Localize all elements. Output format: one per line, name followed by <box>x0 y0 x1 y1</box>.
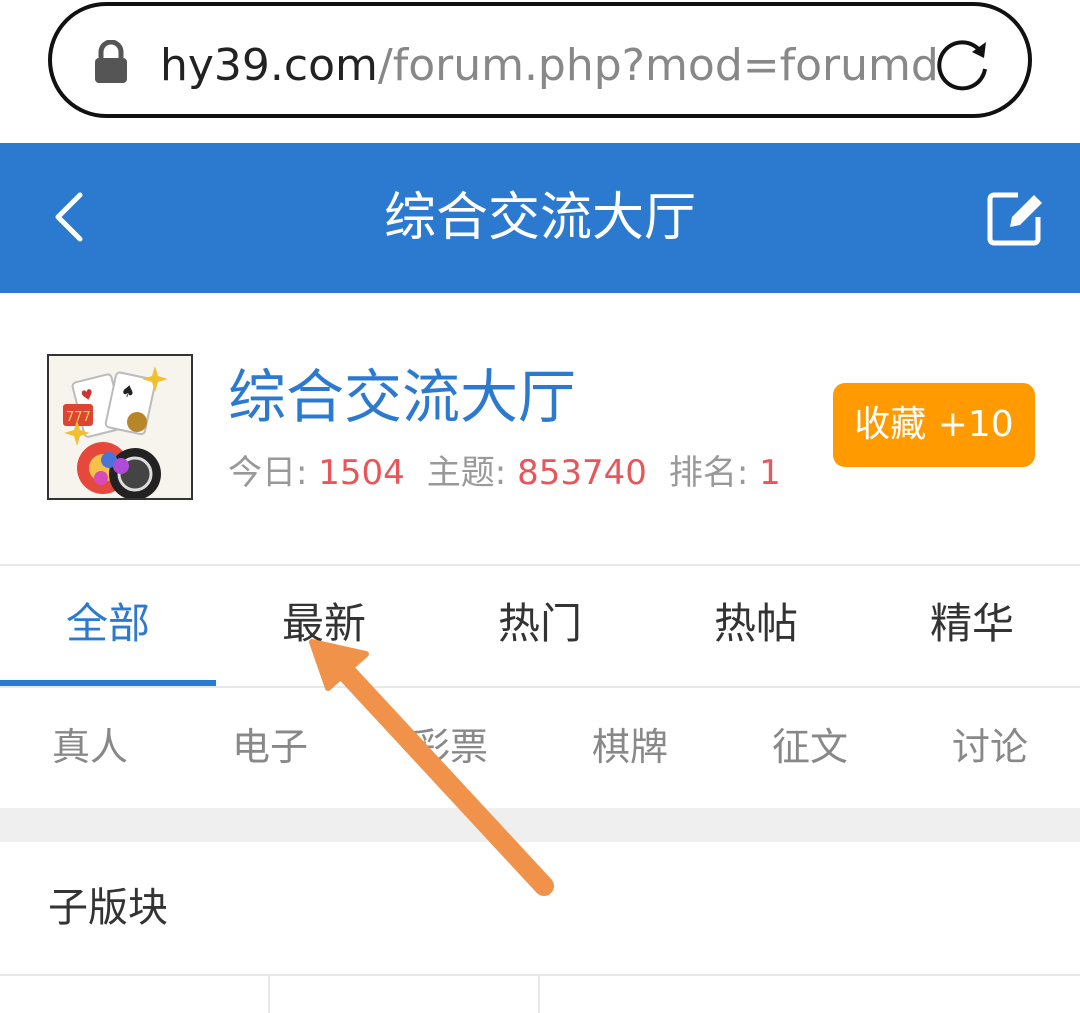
url-path: /forum.php?mod=forumd <box>377 40 939 91</box>
tab-bar: 全部 最新 热门 热帖 精华 <box>0 566 1080 686</box>
tab-latest[interactable]: 最新 <box>216 566 432 686</box>
favorite-button[interactable]: 收藏 +10 <box>833 383 1035 467</box>
section-separator <box>0 808 1080 842</box>
subforums-heading: 子版块 <box>48 885 168 931</box>
topics-label: 主题: <box>426 453 518 493</box>
edit-icon[interactable] <box>984 187 1046 249</box>
grid-divider <box>268 976 270 1013</box>
rank-value: 1 <box>759 453 781 493</box>
forum-logo-image: ♥ ♠ 777 <box>49 356 191 500</box>
lock-icon <box>95 40 127 83</box>
page-title: 综合交流大厅 <box>383 188 696 248</box>
forum-stats: 今日: 1504 主题: 853740 排名: 1 <box>228 452 781 494</box>
subcategory-essay[interactable]: 征文 <box>720 688 900 808</box>
subcategory-electronic[interactable]: 电子 <box>180 688 360 808</box>
url-host: hy39.com <box>160 40 378 91</box>
svg-text:777: 777 <box>66 410 91 425</box>
today-label: 今日: <box>228 453 319 493</box>
topics-value: 853740 <box>517 453 647 493</box>
address-bar[interactable]: hy39.com/forum.php?mod=forumd <box>48 2 1032 118</box>
grid-divider <box>538 976 540 1013</box>
rank-label: 排名: <box>668 453 760 493</box>
divider <box>0 974 1080 976</box>
tab-hot-posts[interactable]: 热帖 <box>648 566 864 686</box>
subcategory-lottery[interactable]: 彩票 <box>360 688 540 808</box>
subcategory-bar: 真人 电子 彩票 棋牌 征文 讨论 <box>0 688 1080 808</box>
subcategory-cards[interactable]: 棋牌 <box>540 688 720 808</box>
top-header: 综合交流大厅 <box>0 143 1080 293</box>
tab-featured[interactable]: 精华 <box>864 566 1080 686</box>
reload-icon[interactable] <box>932 32 994 94</box>
subcategory-live[interactable]: 真人 <box>0 688 180 808</box>
forum-logo: ♥ ♠ 777 <box>47 354 193 500</box>
today-value: 1504 <box>318 453 405 493</box>
tab-popular[interactable]: 热门 <box>432 566 648 686</box>
forum-name: 综合交流大厅 <box>228 363 577 431</box>
tab-all[interactable]: 全部 <box>0 566 216 686</box>
url-text[interactable]: hy39.com/forum.php?mod=forumd <box>160 36 940 96</box>
subcategory-discussion[interactable]: 讨论 <box>900 688 1080 808</box>
